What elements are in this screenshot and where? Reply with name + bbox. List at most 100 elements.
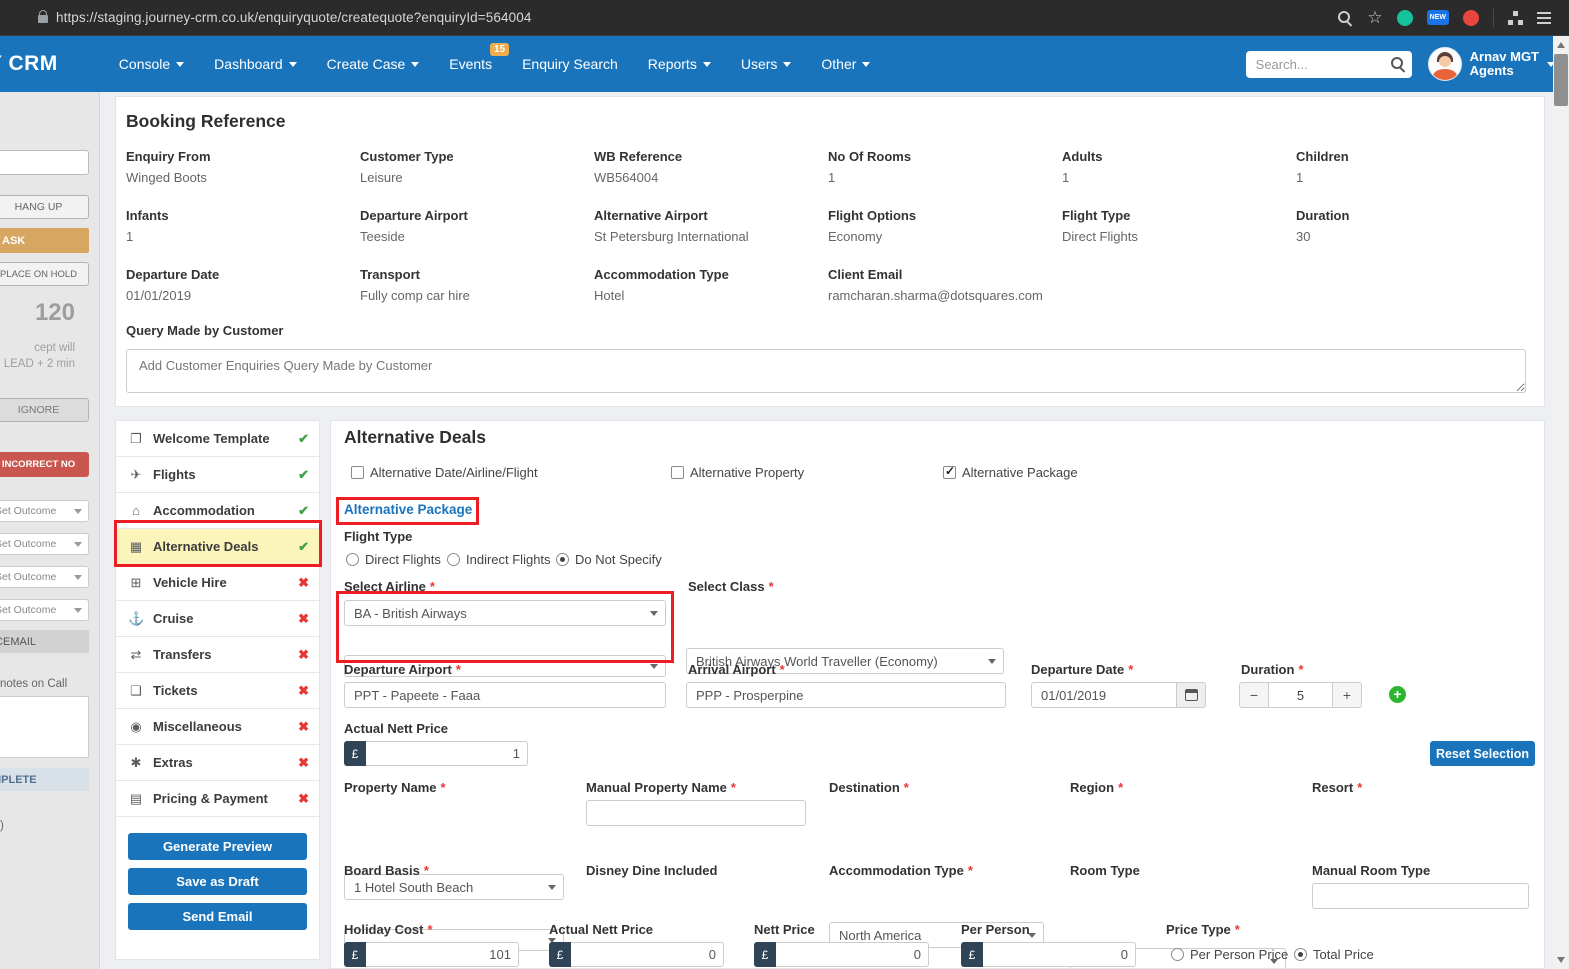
- search-icon[interactable]: [1337, 10, 1353, 26]
- incorrect-no-button[interactable]: INCORRECT NO: [0, 452, 89, 477]
- car-icon: ⊞: [128, 575, 144, 591]
- sidebar-item-vehicle-hire[interactable]: ⊞ Vehicle Hire ✖: [116, 565, 319, 601]
- add-package-button[interactable]: [1389, 686, 1406, 703]
- per-person-input[interactable]: [983, 942, 1136, 967]
- actual-nett-price2-input[interactable]: [571, 942, 724, 967]
- nav-item-dashboard[interactable]: Dashboard: [199, 36, 312, 92]
- browser-menu-icon[interactable]: [1537, 12, 1551, 24]
- red-extension-icon[interactable]: [1463, 10, 1479, 26]
- decrement-button[interactable]: [1239, 682, 1269, 708]
- radio-icon: [1294, 948, 1307, 961]
- booking-field: Alternative AirportSt Petersburg Interna…: [594, 208, 828, 244]
- calendar-button[interactable]: [1177, 682, 1206, 708]
- url-text[interactable]: https://staging.journey-crm.co.uk/enquir…: [56, 10, 531, 25]
- sidebar-item-transfers[interactable]: ⇄ Transfers ✖: [116, 637, 319, 673]
- total-price-radio[interactable]: Total Price: [1294, 947, 1374, 962]
- per-person-label: Per Person: [961, 922, 1030, 937]
- holiday-cost-input[interactable]: [366, 942, 519, 967]
- grammarly-extension-icon[interactable]: [1397, 10, 1413, 26]
- alternative-package-link[interactable]: Alternative Package: [344, 502, 472, 517]
- duration-input[interactable]: [1269, 682, 1332, 708]
- increment-button[interactable]: [1332, 682, 1362, 708]
- sidebar-item-miscellaneous[interactable]: ◉ Miscellaneous ✖: [116, 709, 319, 745]
- departure-date-input[interactable]: [1031, 682, 1177, 708]
- scroll-down-arrow-icon[interactable]: [1557, 957, 1565, 963]
- call-note-text: cept will: [0, 342, 89, 354]
- payment-card-icon: ▤: [128, 791, 144, 807]
- customer-query-textarea[interactable]: [126, 349, 1526, 393]
- nav-item-create-case[interactable]: Create Case: [312, 36, 435, 92]
- task-button[interactable]: ASK: [0, 228, 89, 253]
- user-role: Agents: [1470, 64, 1539, 78]
- call-notes-textarea[interactable]: [0, 696, 89, 758]
- sidebar-item-tickets[interactable]: ❏ Tickets ✖: [116, 673, 319, 709]
- actual-nett-price-group: £: [344, 741, 528, 766]
- phone-number-input[interactable]: [0, 150, 89, 175]
- nav-item-console[interactable]: Console: [104, 36, 199, 92]
- alt-property-checkbox[interactable]: Alternative Property: [671, 465, 804, 480]
- indirect-flights-radio[interactable]: Indirect Flights: [447, 552, 551, 567]
- booking-reference-card: Booking Reference Enquiry FromWinged Boo…: [115, 96, 1545, 407]
- cross-icon: ✖: [298, 611, 309, 627]
- alt-date-airline-flight-checkbox[interactable]: Alternative Date/Airline/Flight: [351, 465, 538, 480]
- actual-nett-price-input[interactable]: [366, 741, 528, 766]
- browser-address-bar: https://staging.journey-crm.co.uk/enquir…: [0, 0, 1569, 36]
- sidebar-item-pricing-payment[interactable]: ▤ Pricing & Payment ✖: [116, 781, 319, 817]
- bookmark-star-icon[interactable]: ☆: [1367, 9, 1382, 26]
- set-outcome-select[interactable]: Set Outcome: [0, 500, 89, 522]
- sidebar-item-accommodation[interactable]: ⌂ Accommodation ✔: [116, 493, 319, 529]
- generate-preview-button[interactable]: Generate Preview: [128, 833, 307, 860]
- crm-logo[interactable]: Y CRM: [0, 52, 58, 76]
- save-as-draft-button[interactable]: Save as Draft: [128, 868, 307, 895]
- sidebar-item-welcome-template[interactable]: ❐ Welcome Template ✔: [116, 421, 319, 457]
- set-outcome-select[interactable]: Set Outcome: [0, 533, 89, 555]
- sidebar-item-cruise[interactable]: ⚓ Cruise ✖: [116, 601, 319, 637]
- navbar-right: Arnav MGT Agents: [1246, 47, 1555, 81]
- nett-price-input[interactable]: [776, 942, 929, 967]
- nav-item-reports[interactable]: Reports: [633, 36, 726, 92]
- manual-room-type-input[interactable]: [1312, 883, 1529, 909]
- set-outcome-select[interactable]: Set Outcome: [0, 599, 89, 621]
- nav-item-other[interactable]: Other: [806, 36, 885, 92]
- sidebar-item-flights[interactable]: ✈ Flights ✔: [116, 457, 319, 493]
- voicemail-button[interactable]: ICEMAIL: [0, 630, 89, 653]
- booking-field: Departure AirportTeeside: [360, 208, 594, 244]
- set-outcome-select[interactable]: Set Outcome: [0, 566, 89, 588]
- departure-airport-input[interactable]: [344, 682, 666, 708]
- nav-item-enquiry-search[interactable]: Enquiry Search: [507, 36, 633, 92]
- scrollbar-thumb[interactable]: [1554, 54, 1568, 106]
- vertical-scrollbar[interactable]: [1553, 36, 1569, 969]
- sitemap-icon[interactable]: [1508, 11, 1523, 25]
- currency-addon: £: [344, 942, 366, 967]
- sidebar-item-extras[interactable]: ✱ Extras ✖: [116, 745, 319, 781]
- chevron-down-icon: [650, 611, 658, 616]
- sidebar-item-alternative-deals[interactable]: ▦ Alternative Deals ✔: [116, 529, 319, 565]
- nav-item-events[interactable]: Events 15: [434, 36, 507, 92]
- reset-selection-button[interactable]: Reset Selection: [1430, 741, 1535, 766]
- alternative-deals-panel: Alternative Deals Alternative Date/Airli…: [330, 420, 1545, 969]
- arrival-airport-input[interactable]: [686, 682, 1006, 708]
- nav-item-users[interactable]: Users: [726, 36, 807, 92]
- search-input[interactable]: [1246, 51, 1412, 78]
- plane-icon: ✈: [128, 467, 144, 483]
- manual-property-name-input[interactable]: [586, 800, 806, 826]
- per-person-price-radio[interactable]: Per Person Price: [1171, 947, 1288, 962]
- booking-field: TransportFully comp car hire: [360, 267, 594, 303]
- user-menu[interactable]: Arnav MGT Agents: [1428, 47, 1555, 81]
- alt-package-checkbox[interactable]: Alternative Package: [943, 465, 1078, 480]
- do-not-specify-radio[interactable]: Do Not Specify: [556, 552, 662, 567]
- radio-icon: [1171, 948, 1184, 961]
- manual-property-name-label: Manual Property Name*: [586, 780, 736, 795]
- search-icon[interactable]: [1390, 56, 1406, 72]
- direct-flights-radio[interactable]: Direct Flights: [346, 552, 441, 567]
- scroll-up-arrow-icon[interactable]: [1557, 42, 1565, 48]
- place-on-hold-button[interactable]: PLACE ON HOLD: [0, 262, 89, 286]
- booking-field: Flight TypeDirect Flights: [1062, 208, 1296, 244]
- hang-up-button[interactable]: HANG UP: [0, 195, 89, 219]
- ignore-button[interactable]: IGNORE: [0, 398, 89, 422]
- price-type-label: Price Type*: [1166, 922, 1240, 937]
- airline-select[interactable]: BA - British Airways: [344, 600, 666, 626]
- complete-button[interactable]: MPLETE: [0, 768, 89, 791]
- new-badge-extension-icon[interactable]: NEW: [1427, 10, 1449, 25]
- send-email-button[interactable]: Send Email: [128, 903, 307, 930]
